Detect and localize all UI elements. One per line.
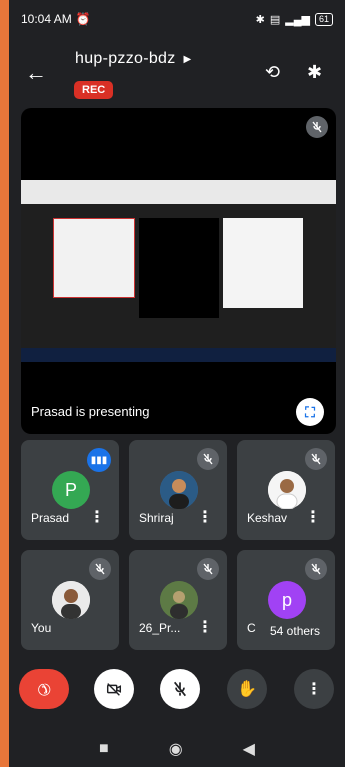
participant-name: Keshav <box>247 511 288 525</box>
presenting-label: Prasad is presenting <box>31 404 150 419</box>
participant-name: 26_Pr... <box>139 621 181 635</box>
more-options-icon[interactable]: ⋮ <box>305 507 321 527</box>
model-panel <box>139 218 219 318</box>
others-count[interactable]: 54 others <box>264 620 327 642</box>
meet-screen: 10:04 AM ⏰ ✱ ▤ ▂▄▆ 61 ← hup-pzzo-bdz ▶ R… <box>9 0 345 767</box>
shared-screen <box>21 180 336 362</box>
mic-off-icon <box>173 681 187 697</box>
battery-icon: 61 <box>314 12 333 26</box>
participant-tile[interactable]: You <box>21 550 119 650</box>
participant-tile[interactable]: Shriraj ⋮ <box>129 440 227 540</box>
avatar <box>268 471 306 509</box>
avatar: p <box>268 581 306 619</box>
recents-icon[interactable]: ■ <box>99 740 109 758</box>
more-options-button[interactable]: ⋮ <box>294 669 334 709</box>
schematic-panel <box>223 218 303 308</box>
meeting-title[interactable]: hup-pzzo-bdz ▶ <box>75 50 192 68</box>
home-icon[interactable]: ◉ <box>169 739 183 759</box>
participant-tile[interactable]: ▮▮▮ P Prasad ⋮ <box>21 440 119 540</box>
fullscreen-icon[interactable]: ⛶ <box>296 398 324 426</box>
more-vert-icon: ⋮ <box>306 681 322 698</box>
diagram-panel <box>53 218 135 298</box>
camera-toggle-button[interactable] <box>94 669 134 709</box>
more-options-icon[interactable]: ⋮ <box>197 617 213 637</box>
call-controls: ✆ ✋ ⋮ <box>9 665 345 717</box>
meeting-code: hup-pzzo-bdz <box>75 50 176 67</box>
participant-name: You <box>31 621 52 635</box>
system-nav-bar: ■ ◉ ◀ <box>9 730 345 767</box>
hand-icon: ✋ <box>237 681 257 698</box>
avatar <box>160 471 198 509</box>
signal-icon: ▂▄▆ <box>285 13 310 26</box>
more-options-icon[interactable]: ⋮ <box>89 507 105 527</box>
avatar <box>52 581 90 619</box>
hang-up-icon: ✆ <box>32 677 55 700</box>
bluetooth-audio-icon[interactable]: ✱ <box>307 62 322 83</box>
back-icon[interactable]: ◀ <box>243 739 255 759</box>
caret-right-icon: ▶ <box>183 53 192 65</box>
speaking-indicator-icon: ▮▮▮ <box>87 448 111 472</box>
raise-hand-button[interactable]: ✋ <box>227 669 267 709</box>
alarm-icon: ⏰ <box>75 12 91 26</box>
mic-off-icon <box>305 558 327 580</box>
participant-tile[interactable]: Keshav ⋮ <box>237 440 335 540</box>
camera-off-icon <box>106 683 122 696</box>
back-arrow-icon[interactable]: ← <box>25 60 47 86</box>
participant-tile[interactable]: 26_Pr... ⋮ <box>129 550 227 650</box>
mic-off-icon <box>197 448 219 470</box>
meeting-header: ← hup-pzzo-bdz ▶ REC ⟲ ✱ <box>9 38 345 108</box>
mic-off-icon <box>305 448 327 470</box>
status-bar: 10:04 AM ⏰ ✱ ▤ ▂▄▆ 61 <box>9 0 345 38</box>
taskbar <box>21 348 336 362</box>
end-call-button[interactable]: ✆ <box>19 669 69 709</box>
bluetooth-icon: ✱ <box>255 13 265 26</box>
recording-badge: REC <box>74 81 114 99</box>
avatar <box>160 581 198 619</box>
presentation-tile[interactable]: Prasad is presenting ⛶ <box>21 108 336 434</box>
mic-off-icon <box>306 116 328 138</box>
participant-name: Prasad <box>31 511 70 525</box>
avatar: P <box>52 471 90 509</box>
mic-off-icon <box>89 558 111 580</box>
participant-name: Shriraj <box>139 511 174 525</box>
switch-camera-icon[interactable]: ⟲ <box>265 62 280 83</box>
left-edge <box>0 0 9 767</box>
more-options-icon[interactable]: ⋮ <box>197 507 213 527</box>
status-time: 10:04 AM <box>21 12 72 26</box>
mic-off-icon <box>197 558 219 580</box>
window-toolbar <box>21 180 336 204</box>
participant-name: C <box>247 621 256 635</box>
volte-icon: ▤ <box>269 13 281 26</box>
mic-toggle-button[interactable] <box>160 669 200 709</box>
